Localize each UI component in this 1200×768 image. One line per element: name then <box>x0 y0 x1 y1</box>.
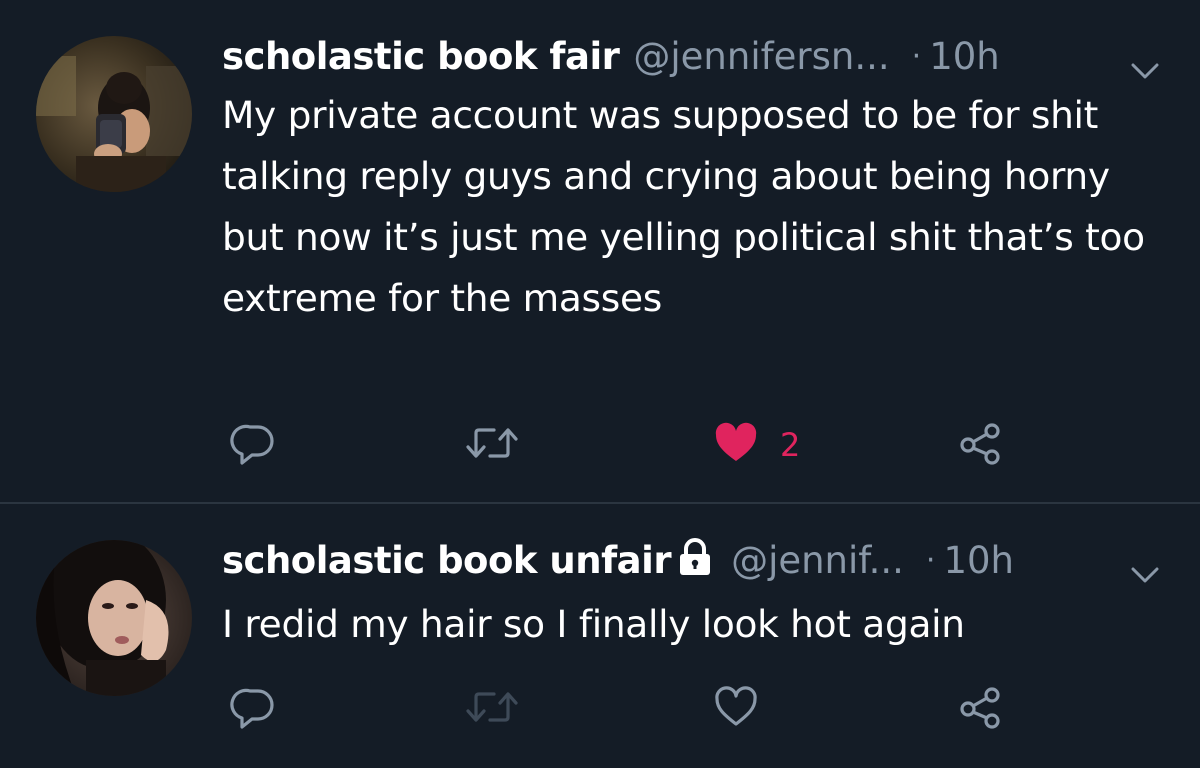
retweet-icon <box>464 419 520 471</box>
lock-icon <box>677 537 713 589</box>
timestamp[interactable]: 10h <box>943 536 1014 586</box>
chevron-down-icon[interactable] <box>1130 548 1160 598</box>
tweet[interactable]: scholastic book unfair @jennif... · 10h … <box>0 504 1200 768</box>
timestamp[interactable]: 10h <box>929 32 1000 82</box>
retweet-button[interactable] <box>464 420 520 470</box>
share-icon <box>956 419 1004 471</box>
tweet-actions: 2 <box>222 420 1022 470</box>
like-button[interactable]: 2 <box>712 420 800 470</box>
tweet-actions <box>222 684 1022 734</box>
reply-button[interactable] <box>230 420 278 470</box>
like-count: 2 <box>780 426 801 464</box>
like-button[interactable] <box>712 684 780 734</box>
heart-filled-icon <box>712 419 760 471</box>
avatar-photo <box>36 540 192 696</box>
separator-dot: · <box>911 39 922 74</box>
retweet-icon <box>464 683 520 735</box>
tweet-header: scholastic book fair @jennifersn... · 10… <box>222 32 1160 82</box>
user-handle[interactable]: @jennifersn... <box>633 32 889 82</box>
heart-outline-icon <box>712 683 760 735</box>
reply-button[interactable] <box>230 684 278 734</box>
avatar[interactable] <box>36 36 192 192</box>
display-name[interactable]: scholastic book fair <box>222 32 620 82</box>
avatar[interactable] <box>36 540 192 696</box>
tweet-text: My private account was supposed to be fo… <box>222 93 1145 320</box>
share-button[interactable] <box>956 420 1004 470</box>
share-icon <box>956 683 1004 735</box>
reply-icon <box>230 419 278 471</box>
tweet-header: scholastic book unfair @jennif... · 10h <box>222 536 1160 586</box>
reply-icon <box>230 683 278 735</box>
tweet-text: I redid my hair so I finally look hot ag… <box>222 602 965 646</box>
retweet-button <box>464 684 520 734</box>
share-button[interactable] <box>956 684 1004 734</box>
avatar-photo <box>36 36 192 192</box>
display-name[interactable]: scholastic book unfair <box>222 536 672 586</box>
user-handle[interactable]: @jennif... <box>731 536 904 586</box>
separator-dot: · <box>925 543 936 578</box>
tweet[interactable]: scholastic book fair @jennifersn... · 10… <box>0 0 1200 502</box>
